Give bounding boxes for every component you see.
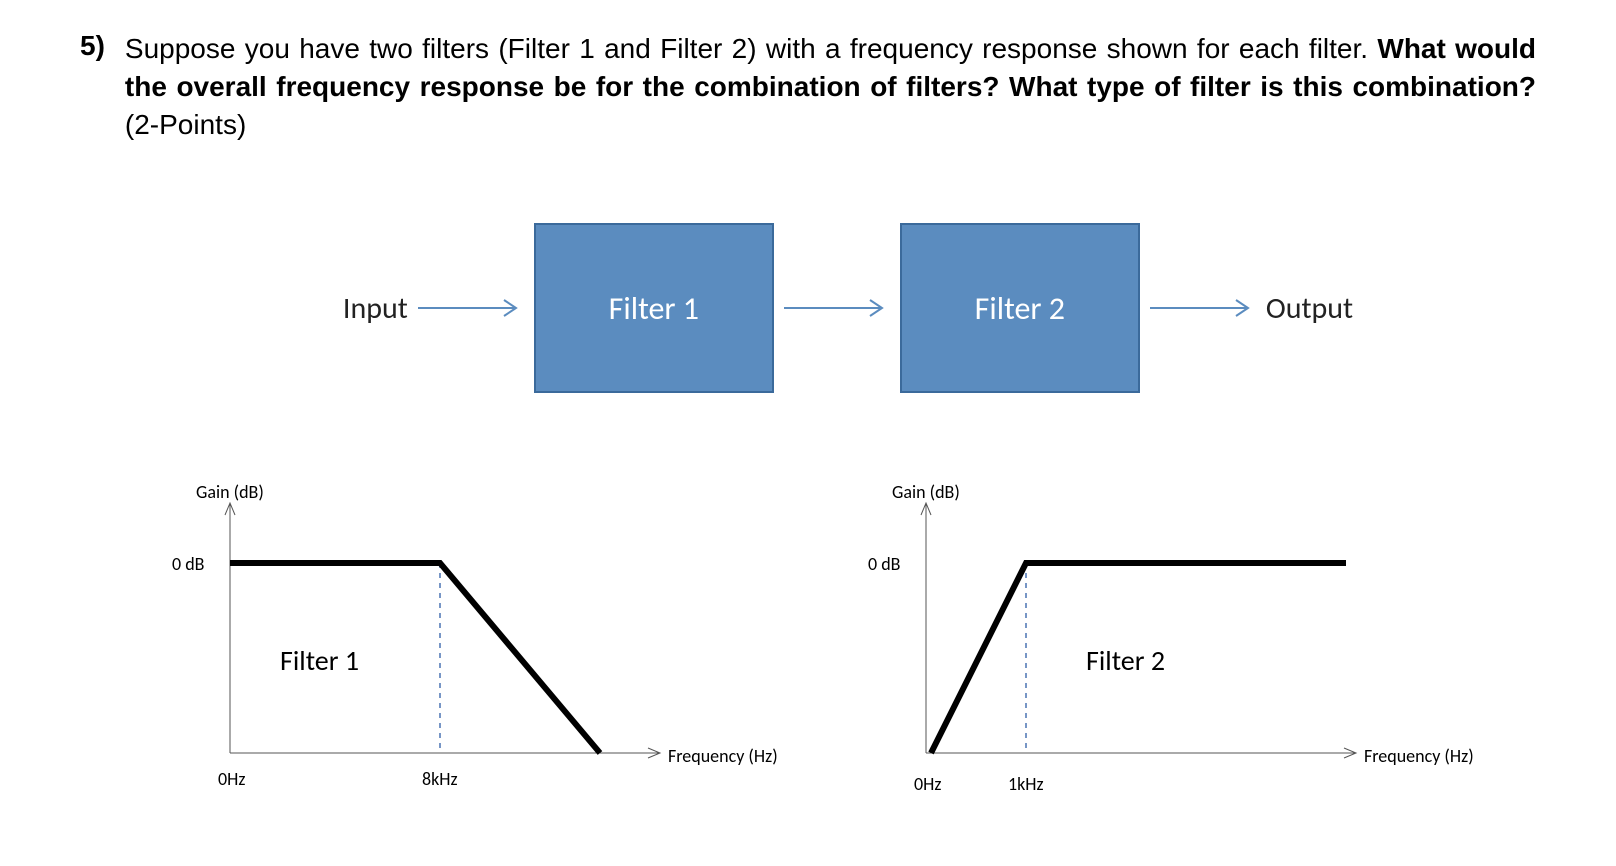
- y0-label: 0 dB: [868, 553, 900, 575]
- plot-title: Filter 1: [280, 643, 359, 678]
- arrow-icon: [782, 296, 892, 320]
- filter2-plot: Gain (dB) 0 dB Filter 2 0Hz 1kHz Frequen…: [836, 473, 1476, 813]
- ylabel: Gain (dB): [196, 481, 264, 503]
- plot-title: Filter 2: [1086, 643, 1165, 678]
- arrow-icon: [1148, 296, 1258, 320]
- question-text-points: (2-Points): [125, 109, 246, 140]
- input-label: Input: [343, 290, 408, 327]
- xlabel: Frequency (Hz): [668, 745, 778, 767]
- arrow-icon: [416, 296, 526, 320]
- x0-label: 0Hz: [218, 768, 245, 790]
- cutoff-label: 1kHz: [1008, 773, 1044, 795]
- filter1-box: Filter 1: [534, 223, 774, 393]
- y0-label: 0 dB: [172, 553, 204, 575]
- question-text-part1: Suppose you have two filters (Filter 1 a…: [125, 33, 1377, 64]
- filter1-plot: Gain (dB) 0 dB Filter 1 0Hz 8kHz Frequen…: [140, 473, 780, 813]
- ylabel: Gain (dB): [892, 481, 960, 503]
- output-label: Output: [1266, 290, 1353, 327]
- xlabel: Frequency (Hz): [1364, 745, 1474, 767]
- cutoff-label: 8kHz: [422, 768, 458, 790]
- filter2-box: Filter 2: [900, 223, 1140, 393]
- plots-row: Gain (dB) 0 dB Filter 1 0Hz 8kHz Frequen…: [80, 473, 1536, 813]
- x0-label: 0Hz: [914, 773, 941, 795]
- question-text: Suppose you have two filters (Filter 1 a…: [125, 30, 1536, 143]
- question-number: 5): [80, 30, 105, 62]
- question-block: 5) Suppose you have two filters (Filter …: [80, 30, 1536, 143]
- block-diagram: Input Filter 1 Filter 2 Output: [80, 223, 1536, 393]
